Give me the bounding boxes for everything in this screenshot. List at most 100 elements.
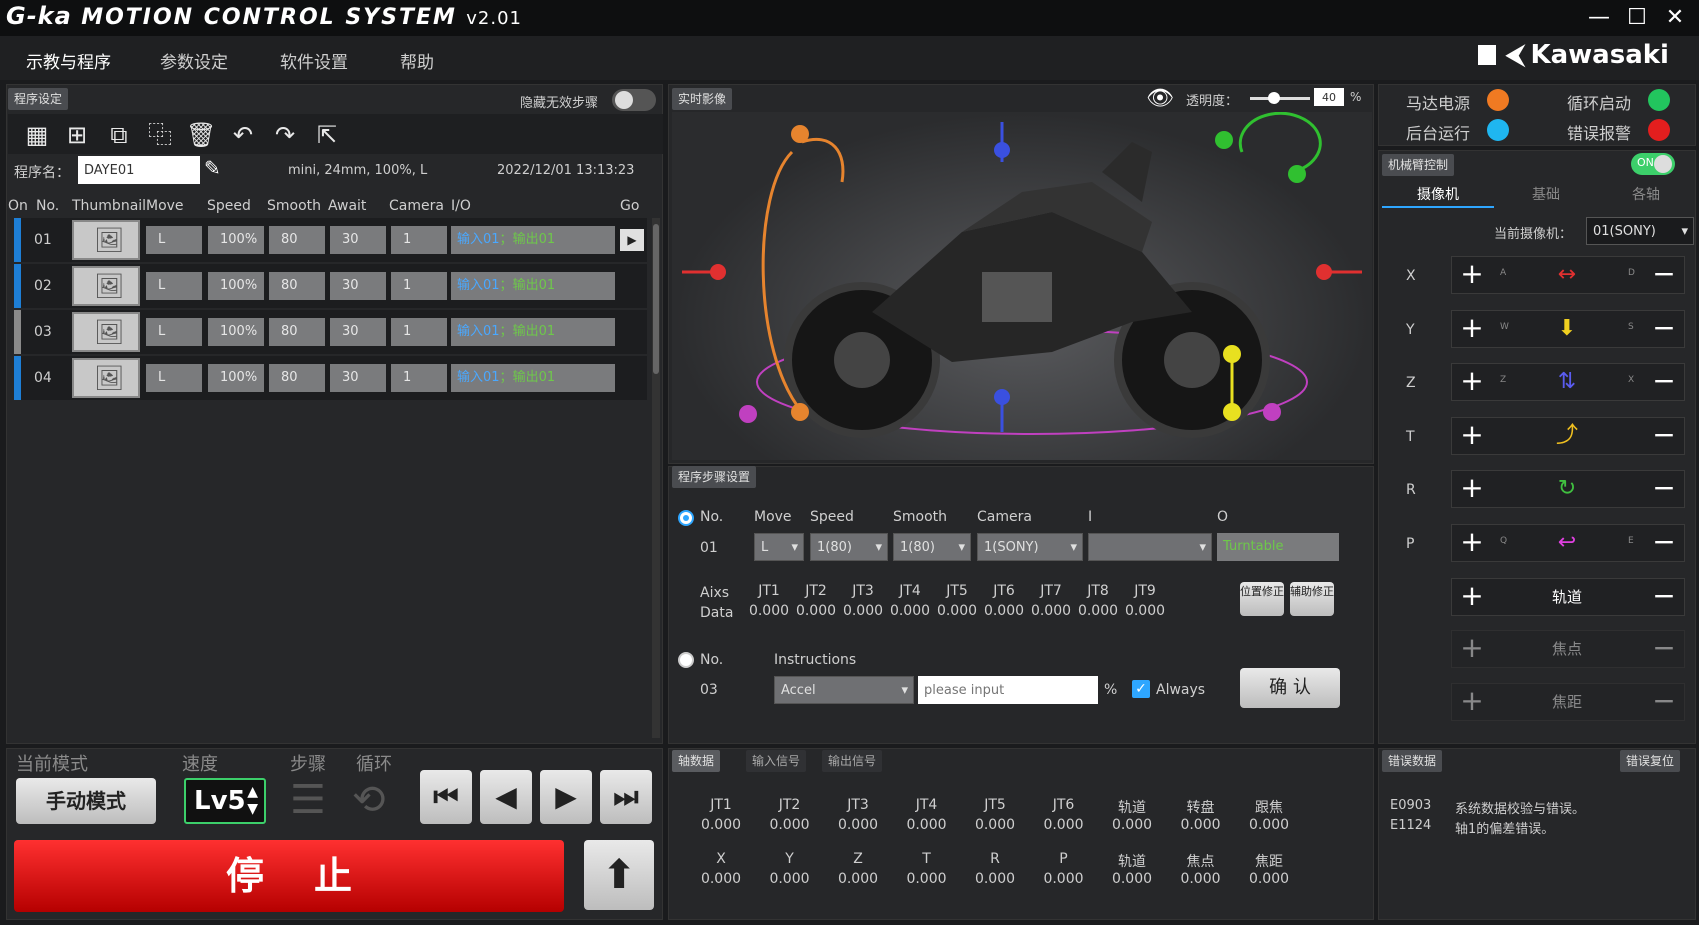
- speed-stepper[interactable]: Lv5 ▲ ▼: [184, 778, 266, 824]
- minimize-button[interactable]: —: [1584, 4, 1614, 32]
- first-step-button[interactable]: ⏮: [420, 770, 472, 824]
- row-camera-cell[interactable]: 1: [391, 318, 447, 346]
- tab-base[interactable]: 基础: [1496, 184, 1596, 208]
- go-button[interactable]: ▶: [620, 229, 644, 251]
- upload-button[interactable]: ⬆: [584, 840, 654, 910]
- close-button[interactable]: ✕: [1660, 4, 1690, 32]
- thumbnail-image[interactable]: 🖼: [72, 312, 140, 352]
- focus-minus-button[interactable]: −: [1644, 631, 1684, 667]
- next-step-button[interactable]: ▶: [540, 770, 592, 824]
- row-on-indicator[interactable]: [14, 264, 21, 308]
- row-io-cell[interactable]: 输入01；输出01: [451, 364, 615, 392]
- row-camera-cell[interactable]: 1: [391, 272, 447, 300]
- axis-plus-x[interactable]: +: [1452, 257, 1492, 293]
- row-speed-cell[interactable]: 100%: [208, 272, 264, 300]
- track-plus-button[interactable]: +: [1452, 579, 1492, 615]
- menu-software-settings[interactable]: 软件设置: [280, 48, 348, 73]
- tab-axis-data[interactable]: 轴数据: [672, 750, 721, 772]
- axis-plus-r[interactable]: +: [1452, 471, 1492, 507]
- thumbnail-image[interactable]: 🖼: [72, 358, 140, 398]
- instruction-input[interactable]: [918, 676, 1098, 704]
- row-smooth-cell[interactable]: 80: [269, 272, 325, 300]
- menu-teach-program[interactable]: 示教与程序: [26, 48, 111, 73]
- row-smooth-cell[interactable]: 80: [269, 318, 325, 346]
- loop-icon[interactable]: ⟲: [352, 780, 396, 824]
- row-on-indicator[interactable]: [14, 310, 21, 354]
- opacity-slider-knob[interactable]: [1268, 92, 1280, 104]
- row-io-cell[interactable]: 输入01；输出01: [451, 226, 615, 254]
- confirm-button[interactable]: 确 认: [1240, 668, 1340, 708]
- speed-updown-icon[interactable]: ▲ ▼: [247, 784, 258, 818]
- thumbnail-image[interactable]: 🖼: [72, 220, 140, 260]
- error-reset-button[interactable]: 错误复位: [1620, 750, 1681, 772]
- eye-icon[interactable]: 👁: [1146, 86, 1174, 111]
- opacity-slider[interactable]: [1250, 92, 1310, 104]
- live-video-feed[interactable]: [672, 112, 1372, 460]
- step-speed-select[interactable]: 1(80): [810, 533, 888, 562]
- aux-correct-button[interactable]: 辅助修正: [1290, 582, 1334, 616]
- thumbnail-image[interactable]: 🖼: [72, 266, 140, 306]
- copy-icon[interactable]: ⿻: [145, 120, 175, 150]
- manual-mode-button[interactable]: 手动模式: [16, 778, 156, 824]
- menu-parameters[interactable]: 参数设定: [160, 48, 228, 73]
- row-move-cell[interactable]: L: [146, 364, 202, 392]
- track-minus-button[interactable]: −: [1644, 579, 1684, 615]
- redo-icon[interactable]: ↷: [270, 120, 300, 150]
- row-move-cell[interactable]: L: [146, 226, 202, 254]
- row-camera-cell[interactable]: 1: [391, 364, 447, 392]
- axis-plus-y[interactable]: +: [1452, 311, 1492, 347]
- row-on-indicator[interactable]: [14, 356, 21, 400]
- row-speed-cell[interactable]: 100%: [208, 364, 264, 392]
- last-step-button[interactable]: ⏭: [600, 770, 652, 824]
- hide-steps-toggle[interactable]: [612, 89, 656, 111]
- row-speed-cell[interactable]: 100%: [208, 226, 264, 254]
- instruction-radio[interactable]: [678, 652, 694, 668]
- axis-plus-t[interactable]: +: [1452, 418, 1492, 454]
- focus-plus-button[interactable]: +: [1452, 631, 1492, 667]
- calendar-icon[interactable]: ▦: [22, 120, 52, 150]
- row-io-cell[interactable]: 输入01；输出01: [451, 318, 615, 346]
- export-icon[interactable]: ⇱: [312, 120, 342, 150]
- row-move-cell[interactable]: L: [146, 318, 202, 346]
- duplicate-icon[interactable]: ⧉: [104, 120, 134, 150]
- tab-camera[interactable]: 摄像机: [1382, 184, 1494, 208]
- prev-step-button[interactable]: ◀: [480, 770, 532, 824]
- always-checkbox[interactable]: ✓: [1132, 680, 1150, 698]
- row-await-cell[interactable]: 30: [330, 318, 386, 346]
- axis-plus-p[interactable]: +: [1452, 525, 1492, 561]
- undo-icon[interactable]: ↶: [228, 120, 258, 150]
- step-radio[interactable]: [678, 510, 694, 526]
- row-camera-cell[interactable]: 1: [391, 226, 447, 254]
- axis-minus-x[interactable]: −: [1644, 257, 1684, 293]
- maximize-button[interactable]: ☐: [1622, 4, 1652, 32]
- edit-icon[interactable]: ✎: [204, 156, 230, 184]
- step-move-select[interactable]: L: [754, 533, 804, 562]
- stop-button[interactable]: 停止: [14, 840, 564, 912]
- step-list-icon[interactable]: ☰: [290, 780, 334, 824]
- row-smooth-cell[interactable]: 80: [269, 226, 325, 254]
- step-i-select[interactable]: [1088, 533, 1212, 562]
- program-list-scrollbar[interactable]: [652, 218, 660, 738]
- row-move-cell[interactable]: L: [146, 272, 202, 300]
- delete-icon[interactable]: 🗑: [186, 120, 216, 150]
- axis-minus-r[interactable]: −: [1644, 471, 1684, 507]
- step-camera-select[interactable]: 1(SONY): [977, 533, 1083, 562]
- row-io-cell[interactable]: 输入01；输出01: [451, 272, 615, 300]
- axis-minus-y[interactable]: −: [1644, 311, 1684, 347]
- row-await-cell[interactable]: 30: [330, 272, 386, 300]
- current-camera-select[interactable]: 01(SONY): [1586, 217, 1694, 246]
- row-speed-cell[interactable]: 100%: [208, 318, 264, 346]
- tab-output-signal[interactable]: 输出信号: [822, 750, 883, 772]
- axis-minus-t[interactable]: −: [1644, 418, 1684, 454]
- row-smooth-cell[interactable]: 80: [269, 364, 325, 392]
- tab-input-signal[interactable]: 输入信号: [746, 750, 807, 772]
- arm-control-toggle[interactable]: ON: [1631, 153, 1675, 175]
- axis-minus-z[interactable]: −: [1644, 364, 1684, 400]
- focal-minus-button[interactable]: −: [1644, 684, 1684, 720]
- position-correct-button[interactable]: 位置修正: [1240, 582, 1284, 616]
- row-await-cell[interactable]: 30: [330, 226, 386, 254]
- instruction-select[interactable]: Accel: [774, 676, 914, 705]
- program-name-input[interactable]: [78, 156, 200, 184]
- opacity-input[interactable]: [1314, 88, 1344, 106]
- axis-plus-z[interactable]: +: [1452, 364, 1492, 400]
